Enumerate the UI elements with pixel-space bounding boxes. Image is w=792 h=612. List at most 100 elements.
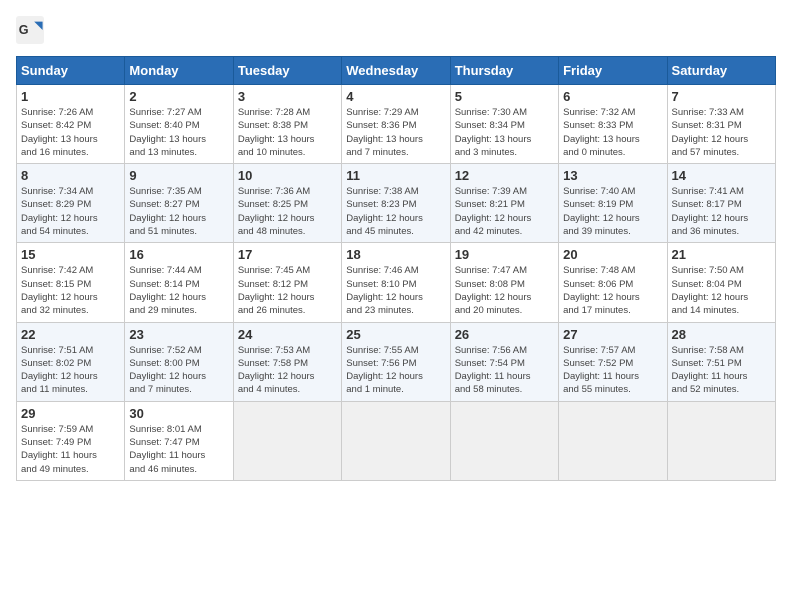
day-info: Sunrise: 7:48 AMSunset: 8:06 PMDaylight:…	[563, 265, 640, 316]
calendar-week-1: 1 Sunrise: 7:26 AMSunset: 8:42 PMDaylight…	[17, 85, 776, 164]
day-info: Sunrise: 7:40 AMSunset: 8:19 PMDaylight:…	[563, 186, 640, 237]
day-info: Sunrise: 7:51 AMSunset: 8:02 PMDaylight:…	[21, 345, 98, 396]
day-info: Sunrise: 7:28 AMSunset: 8:38 PMDaylight:…	[238, 107, 315, 158]
table-row: 20Sunrise: 7:48 AMSunset: 8:06 PMDayligh…	[559, 243, 667, 322]
table-row: 1 Sunrise: 7:26 AMSunset: 8:42 PMDaylight…	[17, 85, 125, 164]
table-row: 2 Sunrise: 7:27 AMSunset: 8:40 PMDaylight…	[125, 85, 233, 164]
day-header-monday: Monday	[125, 57, 233, 85]
table-row: 6 Sunrise: 7:32 AMSunset: 8:33 PMDaylight…	[559, 85, 667, 164]
calendar-week-2: 8 Sunrise: 7:34 AMSunset: 8:29 PMDaylight…	[17, 164, 776, 243]
page-header: G	[16, 16, 776, 44]
day-info: Sunrise: 7:27 AMSunset: 8:40 PMDaylight:…	[129, 107, 206, 158]
day-info: Sunrise: 7:29 AMSunset: 8:36 PMDaylight:…	[346, 107, 423, 158]
day-number: 21	[672, 247, 771, 262]
day-number: 22	[21, 327, 120, 342]
table-row: 17 Sunrise: 7:45 AMSunset: 8:12 PMDayligh…	[233, 243, 341, 322]
day-info: Sunrise: 7:39 AMSunset: 8:21 PMDaylight:…	[455, 186, 532, 237]
day-number: 5	[455, 89, 554, 104]
day-number: 13	[563, 168, 662, 183]
table-row: 26 Sunrise: 7:56 AMSunset: 7:54 PMDayligh…	[450, 322, 558, 401]
day-number: 25	[346, 327, 445, 342]
day-number: 30	[129, 406, 228, 421]
table-row: 25 Sunrise: 7:55 AMSunset: 7:56 PMDayligh…	[342, 322, 450, 401]
day-info: Sunrise: 7:58 AMSunset: 7:51 PMDaylight:…	[672, 345, 748, 396]
day-info: Sunrise: 7:52 AMSunset: 8:00 PMDaylight:…	[129, 345, 206, 396]
day-info: Sunrise: 7:55 AMSunset: 7:56 PMDaylight:…	[346, 345, 423, 396]
table-row: 24 Sunrise: 7:53 AMSunset: 7:58 PMDayligh…	[233, 322, 341, 401]
day-number: 12	[455, 168, 554, 183]
table-row: 11Sunrise: 7:38 AMSunset: 8:23 PMDayligh…	[342, 164, 450, 243]
day-number: 2	[129, 89, 228, 104]
day-number: 28	[672, 327, 771, 342]
table-row: 21 Sunrise: 7:50 AMSunset: 8:04 PMDayligh…	[667, 243, 775, 322]
day-info: Sunrise: 7:36 AMSunset: 8:25 PMDaylight:…	[238, 186, 315, 237]
table-row: 28 Sunrise: 7:58 AMSunset: 7:51 PMDayligh…	[667, 322, 775, 401]
day-header-tuesday: Tuesday	[233, 57, 341, 85]
table-row: 9 Sunrise: 7:35 AMSunset: 8:27 PMDaylight…	[125, 164, 233, 243]
table-row: 22 Sunrise: 7:51 AMSunset: 8:02 PMDayligh…	[17, 322, 125, 401]
day-number: 7	[672, 89, 771, 104]
day-number: 19	[455, 247, 554, 262]
table-row: 19 Sunrise: 7:47 AMSunset: 8:08 PMDayligh…	[450, 243, 558, 322]
table-row	[342, 401, 450, 480]
day-number: 9	[129, 168, 228, 183]
day-number: 11	[346, 168, 445, 183]
day-number: 17	[238, 247, 337, 262]
day-info: Sunrise: 7:42 AMSunset: 8:15 PMDaylight:…	[21, 265, 98, 316]
day-number: 4	[346, 89, 445, 104]
table-row	[559, 401, 667, 480]
table-row	[450, 401, 558, 480]
day-info: Sunrise: 7:35 AMSunset: 8:27 PMDaylight:…	[129, 186, 206, 237]
day-header-thursday: Thursday	[450, 57, 558, 85]
logo: G	[16, 16, 48, 44]
day-number: 8	[21, 168, 120, 183]
table-row: 13 Sunrise: 7:40 AMSunset: 8:19 PMDayligh…	[559, 164, 667, 243]
day-number: 18	[346, 247, 445, 262]
day-number: 27	[563, 327, 662, 342]
table-row: 16Sunrise: 7:44 AMSunset: 8:14 PMDayligh…	[125, 243, 233, 322]
day-info: Sunrise: 7:26 AMSunset: 8:42 PMDaylight:…	[21, 107, 98, 158]
calendar-table: SundayMondayTuesdayWednesdayThursdayFrid…	[16, 56, 776, 481]
day-info: Sunrise: 7:50 AMSunset: 8:04 PMDaylight:…	[672, 265, 749, 316]
day-info: Sunrise: 7:56 AMSunset: 7:54 PMDaylight:…	[455, 345, 531, 396]
day-info: Sunrise: 7:41 AMSunset: 8:17 PMDaylight:…	[672, 186, 749, 237]
day-number: 24	[238, 327, 337, 342]
day-info: Sunrise: 7:44 AMSunset: 8:14 PMDaylight:…	[129, 265, 206, 316]
table-row: 3 Sunrise: 7:28 AMSunset: 8:38 PMDaylight…	[233, 85, 341, 164]
calendar-week-4: 22 Sunrise: 7:51 AMSunset: 8:02 PMDayligh…	[17, 322, 776, 401]
day-number: 3	[238, 89, 337, 104]
table-row	[667, 401, 775, 480]
table-row: 30 Sunrise: 8:01 AMSunset: 7:47 PMDayligh…	[125, 401, 233, 480]
table-row: 14 Sunrise: 7:41 AMSunset: 8:17 PMDayligh…	[667, 164, 775, 243]
day-info: Sunrise: 7:46 AMSunset: 8:10 PMDaylight:…	[346, 265, 423, 316]
svg-text:G: G	[19, 23, 29, 37]
day-number: 1	[21, 89, 120, 104]
day-number: 14	[672, 168, 771, 183]
table-row: 8 Sunrise: 7:34 AMSunset: 8:29 PMDaylight…	[17, 164, 125, 243]
day-header-sunday: Sunday	[17, 57, 125, 85]
day-header-saturday: Saturday	[667, 57, 775, 85]
day-info: Sunrise: 7:57 AMSunset: 7:52 PMDaylight:…	[563, 345, 639, 396]
day-info: Sunrise: 7:33 AMSunset: 8:31 PMDaylight:…	[672, 107, 749, 158]
day-headers-row: SundayMondayTuesdayWednesdayThursdayFrid…	[17, 57, 776, 85]
day-header-wednesday: Wednesday	[342, 57, 450, 85]
table-row: 4 Sunrise: 7:29 AMSunset: 8:36 PMDaylight…	[342, 85, 450, 164]
day-header-friday: Friday	[559, 57, 667, 85]
day-info: Sunrise: 7:34 AMSunset: 8:29 PMDaylight:…	[21, 186, 98, 237]
table-row	[233, 401, 341, 480]
day-number: 26	[455, 327, 554, 342]
day-number: 6	[563, 89, 662, 104]
logo-icon: G	[16, 16, 44, 44]
day-info: Sunrise: 8:01 AMSunset: 7:47 PMDaylight:…	[129, 424, 205, 475]
day-number: 29	[21, 406, 120, 421]
calendar-week-3: 15Sunrise: 7:42 AMSunset: 8:15 PMDayligh…	[17, 243, 776, 322]
day-number: 10	[238, 168, 337, 183]
day-info: Sunrise: 7:45 AMSunset: 8:12 PMDaylight:…	[238, 265, 315, 316]
table-row: 29 Sunrise: 7:59 AMSunset: 7:49 PMDayligh…	[17, 401, 125, 480]
table-row: 7 Sunrise: 7:33 AMSunset: 8:31 PMDaylight…	[667, 85, 775, 164]
table-row: 27 Sunrise: 7:57 AMSunset: 7:52 PMDayligh…	[559, 322, 667, 401]
day-info: Sunrise: 7:59 AMSunset: 7:49 PMDaylight:…	[21, 424, 97, 475]
day-info: Sunrise: 7:53 AMSunset: 7:58 PMDaylight:…	[238, 345, 315, 396]
day-info: Sunrise: 7:47 AMSunset: 8:08 PMDaylight:…	[455, 265, 532, 316]
day-info: Sunrise: 7:32 AMSunset: 8:33 PMDaylight:…	[563, 107, 640, 158]
